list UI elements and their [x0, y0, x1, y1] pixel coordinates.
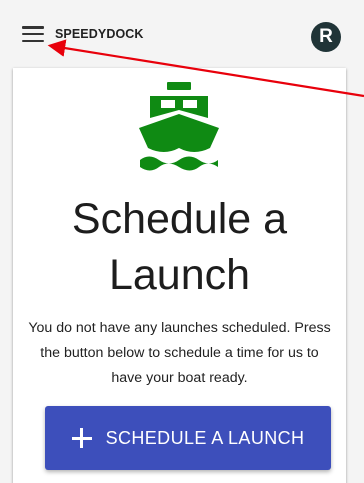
ferry-boat-icon	[139, 82, 219, 171]
menu-line	[22, 26, 44, 29]
avatar[interactable]: R	[311, 22, 341, 52]
menu-line	[22, 32, 44, 36]
schedule-launch-button[interactable]: SCHEDULE A LAUNCH	[45, 406, 331, 470]
app-frame: SPEEDYDOCK R Schedule a Launch You do no…	[0, 0, 364, 483]
schedule-launch-button-label: SCHEDULE A LAUNCH	[105, 427, 305, 448]
app-title: SPEEDYDOCK	[55, 27, 144, 41]
hamburger-menu-icon[interactable]	[22, 24, 44, 44]
page-title-line: Schedule a	[71, 195, 288, 243]
plus-icon	[71, 428, 92, 448]
empty-state-card: Schedule a Launch You do not have any la…	[13, 68, 346, 483]
page-title-line: Launch	[108, 251, 251, 299]
app-bar: SPEEDYDOCK R	[0, 0, 364, 62]
empty-state-description: You do not have any launches scheduled. …	[28, 320, 331, 386]
menu-line	[22, 39, 44, 42]
page-title: Schedule a Launch	[13, 191, 346, 303]
